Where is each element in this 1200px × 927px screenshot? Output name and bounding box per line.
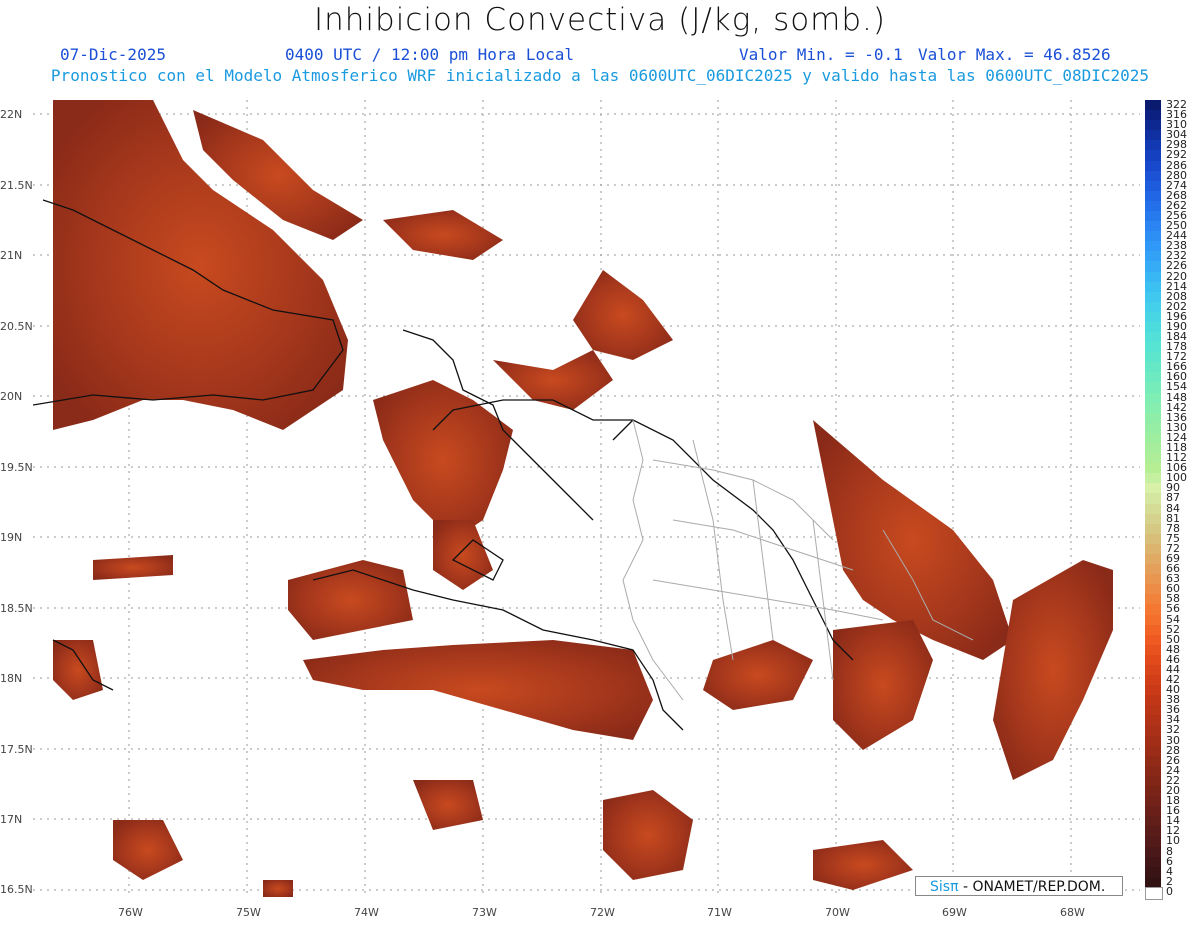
lat-label: 17.5N — [0, 743, 33, 756]
lon-label: 74W — [354, 906, 379, 919]
lat-label: 20N — [0, 390, 23, 403]
cin-shading — [53, 100, 1113, 897]
lat-label: 22N — [0, 108, 23, 121]
lon-label: 72W — [590, 906, 615, 919]
lat-label: 16.5N — [0, 883, 33, 896]
colorbar — [1145, 100, 1163, 900]
forecast-time: 0400 UTC / 12:00 pm Hora Local — [285, 45, 574, 64]
credit-org: - ONAMET/REP.DOM. — [962, 879, 1106, 895]
lon-label: 76W — [118, 906, 143, 919]
lat-label: 21.5N — [0, 179, 33, 192]
chart-title: Inhibicion Convectiva (J/kg, somb.) — [313, 2, 887, 38]
lat-label: 21N — [0, 249, 23, 262]
lat-label: 20.5N — [0, 320, 33, 333]
lon-label: 70W — [825, 906, 850, 919]
lat-label: 18.5N — [0, 602, 33, 615]
lat-label: 19.5N — [0, 461, 33, 474]
colorbar-cell — [1145, 886, 1163, 900]
lon-label: 73W — [472, 906, 497, 919]
lat-label: 18N — [0, 672, 23, 685]
lon-label: 68W — [1060, 906, 1085, 919]
min-value: Valor Min. = -0.1 — [739, 45, 903, 64]
colorbar-label: 0 — [1166, 884, 1173, 898]
lat-label: 17N — [0, 813, 23, 826]
lon-label: 71W — [707, 906, 732, 919]
credit-box: Sisπ - ONAMET/REP.DOM. — [915, 876, 1123, 896]
model-info-line: Pronostico con el Modelo Atmosferico WRF… — [50, 66, 1150, 85]
max-value: Valor Max. = 46.8526 — [918, 45, 1111, 64]
sispi-logo-text: Sisπ — [930, 879, 959, 895]
forecast-date: 07-Dic-2025 — [60, 45, 166, 64]
lon-label: 75W — [236, 906, 261, 919]
lon-label: 69W — [942, 906, 967, 919]
cin-map — [33, 100, 1140, 897]
lat-label: 19N — [0, 531, 23, 544]
